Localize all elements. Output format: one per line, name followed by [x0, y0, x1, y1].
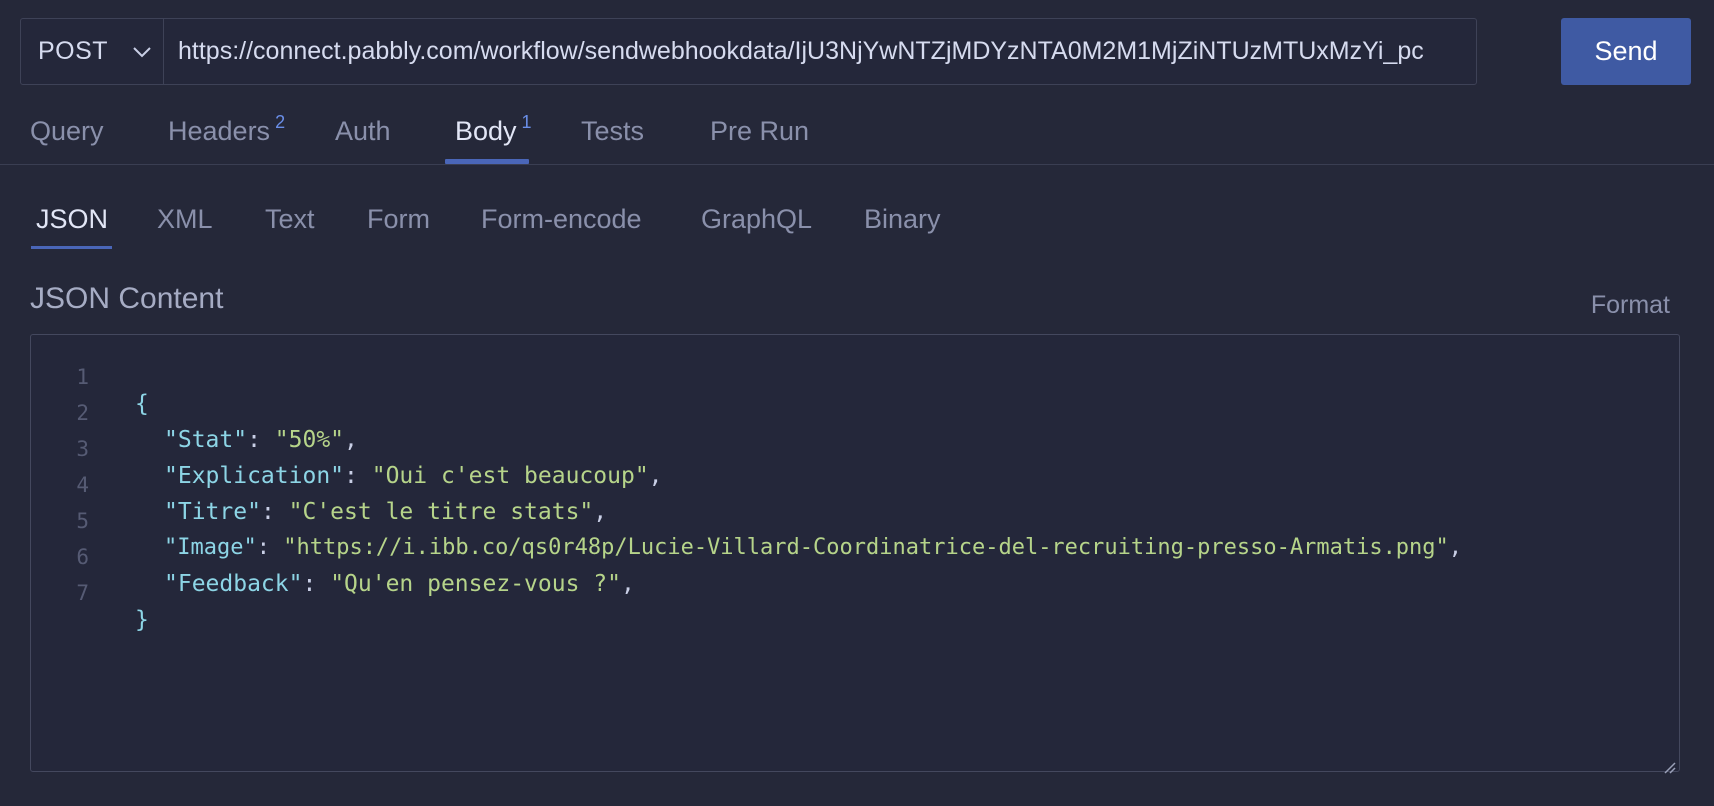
- tab-tests[interactable]: Tests: [581, 116, 644, 147]
- tab-pre-run[interactable]: Pre Run: [710, 116, 809, 147]
- body-tab-json[interactable]: JSON: [36, 204, 108, 235]
- active-tab-indicator: [445, 159, 529, 164]
- code-line: 2 "Stat": "50%",: [31, 375, 1679, 453]
- tab-label: Tests: [581, 116, 645, 146]
- tab-label: Body: [455, 116, 517, 146]
- count-badge: 2: [275, 112, 286, 132]
- json-editor[interactable]: 1 { 2 "Stat": "50%", 3 "Explication": "O…: [30, 334, 1680, 774]
- code-line: 1 {: [31, 339, 1679, 417]
- body-tab-binary[interactable]: Binary: [864, 204, 941, 235]
- code-line: 5 "Image": "https://i.ibb.co/qs0r48p/Luc…: [31, 483, 1679, 560]
- json-content-title: JSON Content: [30, 282, 224, 315]
- tab-label: Headers: [168, 116, 271, 146]
- request-url-bar: POST: [20, 18, 1477, 85]
- send-button[interactable]: Send: [1561, 18, 1691, 85]
- code-text: }: [135, 607, 149, 633]
- url-input[interactable]: [164, 19, 1476, 84]
- code-line: 4 "Titre": "C'est le titre stats",: [31, 447, 1679, 525]
- code-line: 6 "Feedback": "Qu'en pensez-vous ?",: [31, 519, 1679, 597]
- tab-label: Pre Run: [710, 116, 810, 146]
- tab-auth[interactable]: Auth: [335, 116, 391, 147]
- body-tab-graphql[interactable]: GraphQL: [701, 204, 812, 235]
- body-tab-form-encode[interactable]: Form-encode: [481, 204, 642, 235]
- body-tab-form[interactable]: Form: [367, 204, 430, 235]
- tab-query[interactable]: Query: [30, 116, 104, 147]
- body-tab-text[interactable]: Text: [265, 204, 315, 235]
- line-number: 7: [76, 581, 89, 605]
- chevron-down-icon: [132, 42, 152, 62]
- tab-headers[interactable]: Headers 2: [168, 112, 285, 147]
- method-select[interactable]: POST: [21, 19, 164, 84]
- tab-body[interactable]: Body 1: [455, 112, 532, 147]
- request-tabs: Query Headers 2 Auth Body 1 Tests Pre Run: [0, 100, 1714, 165]
- code-line: 3 "Explication": "Oui c'est beaucoup",: [31, 411, 1679, 489]
- tab-label: Auth: [335, 116, 391, 146]
- active-body-tab-indicator: [31, 246, 112, 249]
- format-button[interactable]: Format: [1591, 291, 1670, 320]
- close-brace: }: [135, 607, 149, 633]
- resize-handle-icon[interactable]: [1662, 754, 1676, 774]
- method-label: POST: [38, 37, 109, 65]
- body-tab-xml[interactable]: XML: [157, 204, 213, 235]
- tab-label: Query: [30, 116, 104, 146]
- count-badge: 1: [521, 112, 532, 132]
- code-line: 7 }: [31, 555, 1679, 633]
